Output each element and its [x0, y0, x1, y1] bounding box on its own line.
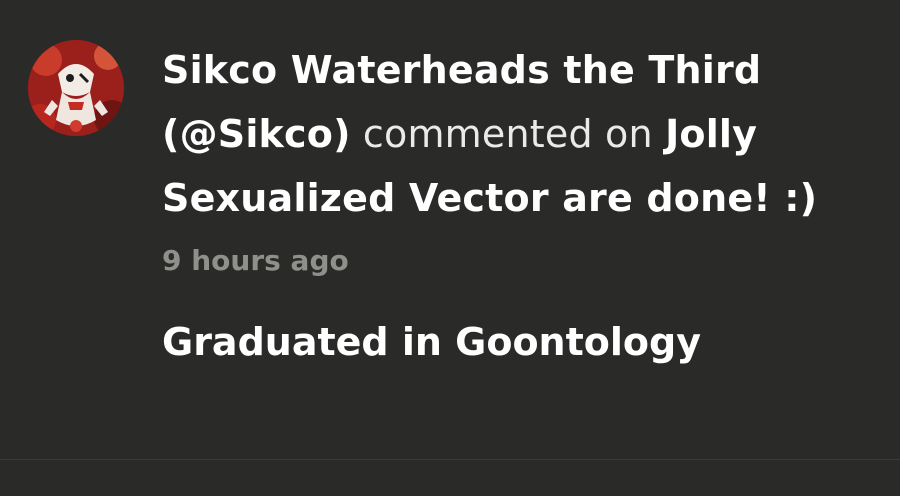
comment-text: Graduated in Goontology — [162, 320, 701, 364]
action-text: commented on — [362, 112, 653, 156]
actor-handle[interactable]: (@Sikco) — [162, 112, 351, 156]
notification-content: Sikco Waterheads the Third (@Sikco) comm… — [162, 38, 862, 366]
timestamp: 9 hours ago — [162, 244, 349, 277]
comment-notification[interactable]: Sikco Waterheads the Third (@Sikco) comm… — [0, 0, 900, 460]
avatar[interactable] — [28, 40, 124, 136]
notification-headline: Sikco Waterheads the Third (@Sikco) comm… — [162, 38, 862, 230]
character-avatar-icon — [28, 40, 124, 136]
actor-name[interactable]: Sikco Waterheads the Third — [162, 48, 761, 92]
divider — [0, 459, 900, 460]
